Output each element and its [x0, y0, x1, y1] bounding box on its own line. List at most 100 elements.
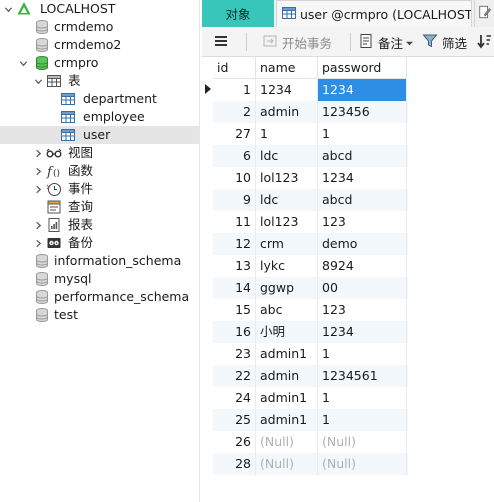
table-cell-name[interactable]: 小明 — [256, 321, 318, 343]
chevron-right-icon[interactable] — [33, 238, 43, 248]
tree-item--[interactable]: 报表 — [0, 216, 199, 234]
table-cell-password[interactable]: 8924 — [318, 255, 407, 277]
table-cell-id[interactable]: 2 — [213, 101, 256, 123]
table-cell-id[interactable]: 16 — [213, 321, 256, 343]
table-cell-password[interactable]: 1 — [318, 387, 407, 409]
sort-button[interactable] — [476, 31, 492, 53]
table-cell-password[interactable]: 1 — [318, 343, 407, 365]
tab-objects[interactable]: 对象 — [202, 0, 274, 27]
table-cell-name[interactable]: admin1 — [256, 387, 318, 409]
table-cell-password[interactable]: 1 — [318, 123, 407, 145]
table-cell-name[interactable]: abc — [256, 299, 318, 321]
tab-user-table[interactable]: user @crmpro (LOCALHOST... — [276, 0, 472, 27]
table-cell-id[interactable]: 6 — [213, 145, 256, 167]
menu-button[interactable] — [213, 31, 229, 53]
table-cell-id[interactable]: 11 — [213, 211, 256, 233]
table-cell-id[interactable]: 28 — [213, 453, 256, 475]
table-cell-name[interactable]: ldc — [256, 145, 318, 167]
table-cell-id[interactable]: 13 — [213, 255, 256, 277]
chevron-right-icon[interactable] — [33, 148, 43, 158]
table-cell-id[interactable]: 12 — [213, 233, 256, 255]
table-cell-name[interactable]: lykc — [256, 255, 318, 277]
table-cell-password[interactable]: (Null) — [318, 431, 407, 453]
tree-item-test[interactable]: test — [0, 306, 199, 324]
tree-item-information_schema[interactable]: information_schema — [0, 252, 199, 270]
column-header-name[interactable]: name — [256, 57, 318, 79]
event-icon — [46, 181, 62, 197]
chevron-down-icon[interactable] — [18, 58, 28, 68]
tree-item-mysql[interactable]: mysql — [0, 270, 199, 288]
chevron-right-icon[interactable] — [33, 184, 43, 194]
tree-item--[interactable]: f() 函数 — [0, 162, 199, 180]
table-cell-id[interactable]: 25 — [213, 409, 256, 431]
tree-item--[interactable]: 备份 — [0, 234, 199, 252]
table-cell-password[interactable]: 1234 — [318, 167, 407, 189]
begin-transaction-button[interactable]: 开始事务 — [262, 31, 332, 53]
tree-item--[interactable]: 视图 — [0, 144, 199, 162]
sort-icon — [476, 33, 492, 52]
table-cell-name[interactable]: admin — [256, 365, 318, 387]
table-cell-id[interactable]: 27 — [213, 123, 256, 145]
table-cell-name[interactable]: (Null) — [256, 453, 318, 475]
tree-item--[interactable]: 事件 — [0, 180, 199, 198]
table-cell-id[interactable]: 26 — [213, 431, 256, 453]
table-cell-name[interactable]: admin1 — [256, 409, 318, 431]
table-cell-password[interactable]: demo — [318, 233, 407, 255]
database-icon — [34, 55, 50, 71]
chevron-right-icon[interactable] — [33, 166, 43, 176]
tree-item-label: 事件 — [68, 181, 94, 196]
table-cell-id[interactable]: 24 — [213, 387, 256, 409]
table-cell-id[interactable]: 22 — [213, 365, 256, 387]
tree-item-crmdemo2[interactable]: crmdemo2 — [0, 36, 199, 54]
chevron-right-icon[interactable] — [33, 220, 43, 230]
tree-item-crmdemo[interactable]: crmdemo — [0, 18, 199, 36]
table-cell-password[interactable]: (Null) — [318, 453, 407, 475]
table-cell-password[interactable]: abcd — [318, 189, 407, 211]
chevron-down-icon[interactable] — [33, 76, 43, 86]
table-cell-id[interactable]: 15 — [213, 299, 256, 321]
tree-item-employee[interactable]: employee — [0, 108, 199, 126]
table-cell-name[interactable]: 1 — [256, 123, 318, 145]
table-cell-password[interactable]: 123 — [318, 211, 407, 233]
table-cell-name[interactable]: lol123 — [256, 211, 318, 233]
column-header-id[interactable]: id — [213, 57, 256, 79]
memo-button[interactable]: 备注 — [358, 31, 414, 53]
table-cell-id[interactable]: 1 — [213, 79, 256, 101]
table-cell-password[interactable]: 1234561 — [318, 365, 407, 387]
table-cell-name[interactable]: (Null) — [256, 431, 318, 453]
table-cell-name[interactable]: crm — [256, 233, 318, 255]
table-cell-name[interactable]: ggwp — [256, 277, 318, 299]
table-cell-password[interactable]: 1234 — [318, 79, 407, 101]
column-header-password[interactable]: password — [318, 57, 407, 79]
table-cell-name[interactable]: 1234 — [256, 79, 318, 101]
table-cell-password[interactable]: 1234 — [318, 321, 407, 343]
table-cell-name[interactable]: ldc — [256, 189, 318, 211]
tree-item--[interactable]: 表 — [0, 72, 199, 90]
table-cell-id[interactable]: 9 — [213, 189, 256, 211]
table-cell-name[interactable]: admin — [256, 101, 318, 123]
table-cell-password[interactable]: 123 — [318, 299, 407, 321]
table-cell-name[interactable]: admin1 — [256, 343, 318, 365]
table-cell-password[interactable]: 123456 — [318, 101, 407, 123]
tree-item-user[interactable]: user — [0, 126, 199, 144]
table-cell-id[interactable]: 14 — [213, 277, 256, 299]
table-cell-password[interactable]: abcd — [318, 145, 407, 167]
table-cell-name[interactable]: lol123 — [256, 167, 318, 189]
tree-item-crmpro[interactable]: crmpro — [0, 54, 199, 72]
table-icon — [60, 109, 76, 125]
row-selector-gutter[interactable] — [202, 57, 213, 502]
table-cell-password[interactable]: 00 — [318, 277, 407, 299]
transaction-icon — [262, 33, 278, 52]
tab-overflow-button[interactable] — [474, 0, 494, 27]
table-cell-id[interactable]: 23 — [213, 343, 256, 365]
tab-objects-label: 对象 — [225, 7, 251, 22]
table-cell-password[interactable]: 1 — [318, 409, 407, 431]
database-icon — [34, 271, 50, 287]
table-cell-id[interactable]: 10 — [213, 167, 256, 189]
filter-button[interactable]: 筛选 — [422, 31, 467, 53]
tree-item-department[interactable]: department — [0, 90, 199, 108]
tree-item--[interactable]: 查询 — [0, 198, 199, 216]
tree-item-localhost[interactable]: LOCALHOST — [0, 0, 199, 18]
tree-item-performance_schema[interactable]: performance_schema — [0, 288, 199, 306]
chevron-down-icon[interactable] — [3, 4, 13, 14]
